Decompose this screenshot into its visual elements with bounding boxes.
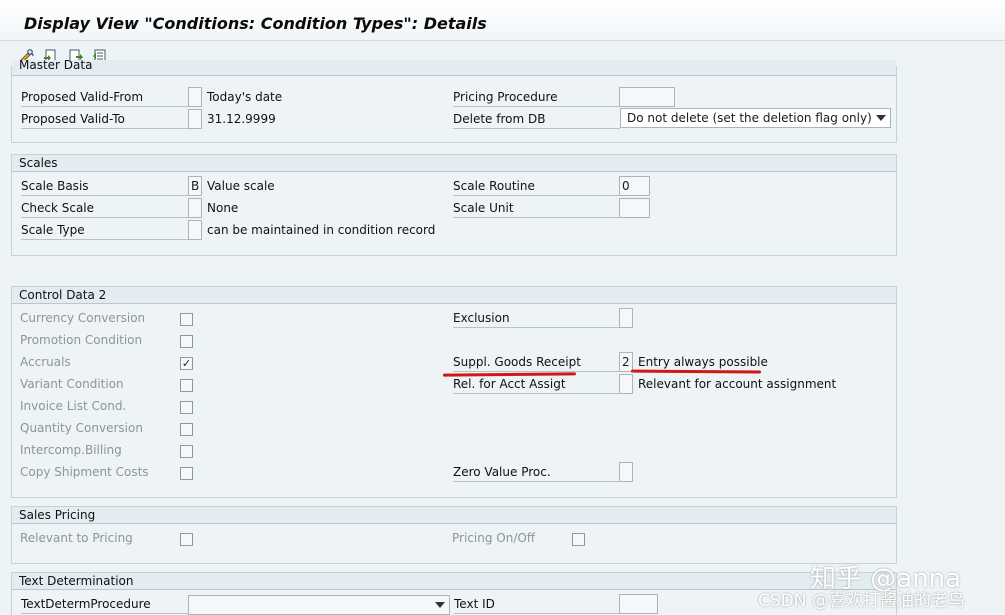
scales-group: Scales Scale Basis B Value scale Check S… bbox=[11, 154, 897, 256]
quantity-conversion-checkbox[interactable] bbox=[180, 423, 193, 436]
proposed-valid-to-text: 31.12.9999 bbox=[207, 112, 276, 126]
scale-unit-field[interactable] bbox=[619, 198, 650, 218]
invoice-list-cond-label: Invoice List Cond. bbox=[20, 399, 127, 413]
zero-value-proc-label: Zero Value Proc. bbox=[453, 463, 620, 482]
copy-shipment-costs-label: Copy Shipment Costs bbox=[20, 465, 149, 479]
delete-from-db-value: Do not delete (set the deletion flag onl… bbox=[627, 111, 872, 125]
promotion-condition-checkbox[interactable] bbox=[180, 335, 193, 348]
intercomp-billing-label: Intercomp.Billing bbox=[20, 443, 122, 457]
pricing-procedure-label: Pricing Procedure bbox=[453, 88, 620, 107]
text-id-field[interactable] bbox=[619, 594, 658, 614]
scale-unit-label: Scale Unit bbox=[453, 199, 620, 218]
text-id-label: Text ID bbox=[454, 595, 620, 614]
invoice-list-cond-checkbox[interactable] bbox=[180, 401, 193, 414]
accruals-label: Accruals bbox=[20, 355, 71, 369]
text-determ-procedure-dropdown[interactable] bbox=[188, 595, 450, 615]
copy-shipment-costs-checkbox[interactable] bbox=[180, 467, 193, 480]
variant-condition-checkbox[interactable] bbox=[180, 379, 193, 392]
promotion-condition-label: Promotion Condition bbox=[20, 333, 143, 347]
rel-acct-assigt-field[interactable] bbox=[619, 374, 633, 394]
rel-acct-assigt-label: Rel. for Acct Assigt bbox=[453, 375, 620, 394]
variant-condition-label: Variant Condition bbox=[20, 377, 124, 391]
relevant-to-pricing-label: Relevant to Pricing bbox=[20, 531, 133, 545]
accruals-checkbox[interactable]: ✓ bbox=[180, 357, 193, 370]
rel-acct-assigt-text: Relevant for account assignment bbox=[638, 377, 837, 391]
delete-from-db-dropdown[interactable]: Do not delete (set the deletion flag onl… bbox=[620, 108, 891, 128]
pricing-procedure-field[interactable] bbox=[619, 87, 675, 107]
relevant-to-pricing-checkbox[interactable] bbox=[180, 533, 193, 546]
currency-conversion-label: Currency Conversion bbox=[20, 311, 146, 325]
scale-type-field[interactable] bbox=[188, 220, 202, 240]
proposed-valid-from-text: Today's date bbox=[207, 90, 283, 104]
scale-type-label: Scale Type bbox=[21, 221, 189, 240]
currency-conversion-checkbox[interactable] bbox=[180, 313, 193, 326]
scales-title: Scales bbox=[12, 155, 896, 172]
scale-basis-text: Value scale bbox=[207, 179, 275, 193]
scale-basis-label: Scale Basis bbox=[21, 177, 189, 196]
chevron-down-icon[interactable] bbox=[876, 115, 886, 121]
proposed-valid-to-label: Proposed Valid-To bbox=[21, 110, 189, 129]
delete-from-db-label: Delete from DB bbox=[453, 110, 620, 129]
proposed-valid-from-field[interactable] bbox=[188, 87, 202, 107]
suppl-goods-receipt-label: Suppl. Goods Receipt bbox=[453, 353, 620, 372]
proposed-valid-from-label: Proposed Valid-From bbox=[21, 88, 189, 107]
pricing-on-off-label: Pricing On/Off bbox=[452, 531, 536, 545]
exclusion-field[interactable] bbox=[619, 308, 633, 328]
chevron-down-icon[interactable] bbox=[435, 602, 445, 608]
scale-routine-label: Scale Routine bbox=[453, 177, 620, 196]
check-scale-text: None bbox=[207, 201, 239, 215]
check-scale-field[interactable] bbox=[188, 198, 202, 218]
master-data-title: Master Data bbox=[12, 60, 896, 76]
sales-pricing-group: Sales Pricing Relevant to Pricing Pricin… bbox=[11, 506, 897, 564]
sales-pricing-title: Sales Pricing bbox=[12, 507, 896, 524]
master-data-group: Master Data Proposed Valid-From Today's … bbox=[11, 60, 897, 143]
text-determ-procedure-label: TextDetermProcedure bbox=[21, 595, 189, 614]
control-data-2-title: Control Data 2 bbox=[12, 287, 896, 304]
scale-routine-field[interactable]: 0 bbox=[619, 176, 650, 196]
scale-basis-field[interactable]: B bbox=[188, 176, 202, 196]
control-data-2-group: Control Data 2 Currency Conversion Promo… bbox=[11, 286, 897, 498]
pricing-on-off-checkbox[interactable] bbox=[572, 533, 585, 546]
title-bar: Display View "Conditions: Condition Type… bbox=[0, 0, 1005, 41]
scale-type-text: can be maintained in condition record bbox=[207, 223, 436, 237]
check-scale-label: Check Scale bbox=[21, 199, 189, 218]
proposed-valid-to-field[interactable] bbox=[188, 109, 202, 129]
page-title: Display View "Conditions: Condition Type… bbox=[24, 14, 487, 33]
zero-value-proc-field[interactable] bbox=[619, 462, 633, 482]
csdn-watermark: CSDN @喜欢打酱油的老鸟 bbox=[758, 591, 965, 611]
intercomp-billing-checkbox[interactable] bbox=[180, 445, 193, 458]
exclusion-label: Exclusion bbox=[453, 309, 620, 328]
quantity-conversion-label: Quantity Conversion bbox=[20, 421, 143, 435]
